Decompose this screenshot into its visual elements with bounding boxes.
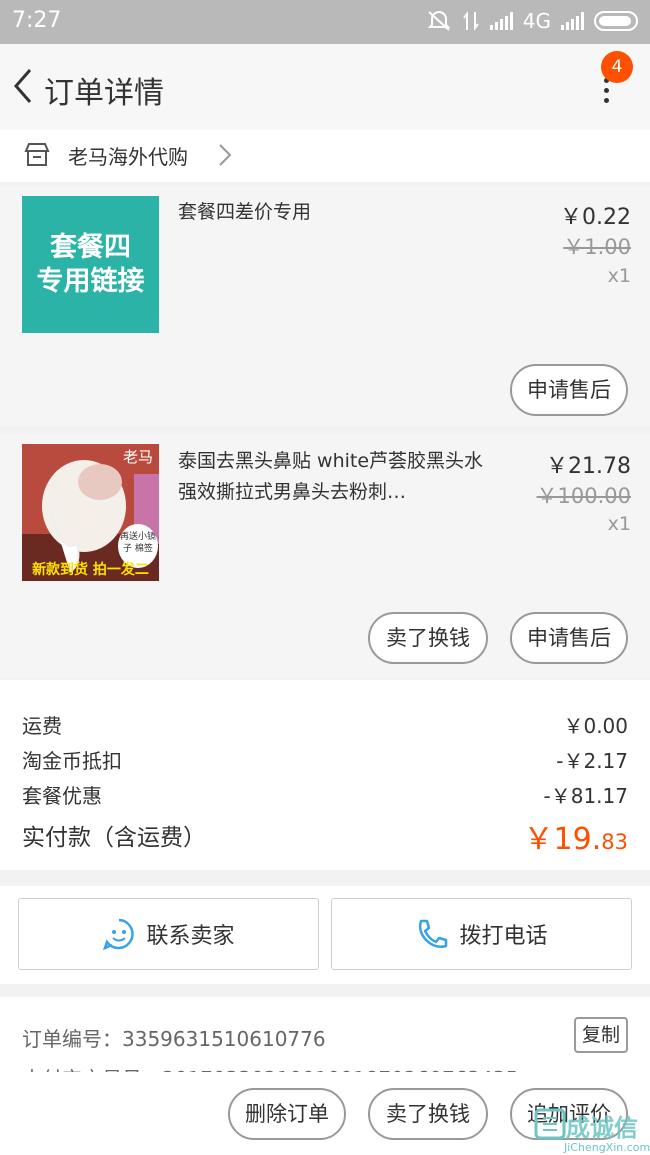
product-quantity: x1 bbox=[607, 513, 631, 535]
product-title: 泰国去黑头鼻贴 white芦荟胶黑头水强效撕拉式男鼻头去粉刺… bbox=[178, 450, 484, 503]
total-value-cents: 83 bbox=[601, 830, 628, 854]
watermark-text: 成诚信 bbox=[566, 1114, 638, 1142]
status-bar: 7:27 4G bbox=[0, 0, 650, 44]
order-item[interactable]: 套餐四 专用链接 套餐四差价专用 ￥0.22 ￥1.00 x1 申请售后 bbox=[0, 187, 650, 427]
shipping-row: 运费 ￥0.00 bbox=[22, 710, 628, 739]
back-arrow-icon[interactable] bbox=[8, 66, 38, 106]
call-button[interactable]: 拨打电话 bbox=[331, 898, 632, 970]
package-label: 套餐优惠 bbox=[22, 784, 102, 808]
call-label: 拨打电话 bbox=[459, 924, 548, 949]
delete-order-button[interactable]: 删除订单 bbox=[228, 1088, 346, 1140]
contact-seller-label: 联系卖家 bbox=[146, 924, 235, 949]
copy-button[interactable]: 复制 bbox=[574, 1017, 628, 1053]
watermark-url: JiChengXin.com bbox=[564, 1141, 650, 1154]
shop-name: 老马海外代购 bbox=[68, 145, 188, 169]
sell-button[interactable]: 卖了换钱 bbox=[368, 612, 488, 664]
package-value: -￥81.17 bbox=[543, 784, 628, 808]
package-row: 套餐优惠 -￥81.17 bbox=[22, 780, 628, 809]
product-title: 套餐四差价专用 bbox=[178, 201, 312, 223]
thumb-corner-text: 老马 bbox=[122, 448, 153, 466]
network-type: 4G bbox=[522, 9, 551, 33]
shipping-value: ￥0.00 bbox=[563, 714, 628, 738]
product-price: ￥21.78 bbox=[546, 454, 631, 479]
coin-row: 淘金币抵扣 -￥2.17 bbox=[22, 745, 628, 774]
shop-icon bbox=[24, 143, 50, 166]
data-transfer-icon bbox=[462, 11, 479, 31]
coin-value: -￥2.17 bbox=[556, 749, 628, 773]
phone-icon bbox=[419, 919, 448, 948]
signal-icon bbox=[489, 12, 513, 30]
thumb-text-line2: 专用链接 bbox=[36, 265, 145, 297]
original-price: ￥1.00 bbox=[563, 235, 631, 259]
page-title: 订单详情 bbox=[44, 76, 164, 111]
after-sale-button[interactable]: 申请售后 bbox=[510, 612, 628, 664]
nav-bar: 订单详情 4 bbox=[0, 44, 650, 130]
notification-badge: 4 bbox=[601, 51, 633, 83]
coin-label: 淘金币抵扣 bbox=[22, 749, 122, 773]
battery-icon bbox=[594, 11, 638, 31]
contact-section: 联系卖家 拨打电话 bbox=[0, 886, 650, 984]
shipping-label: 运费 bbox=[22, 714, 62, 738]
product-quantity: x1 bbox=[607, 265, 631, 287]
thumb-caption: 新款到货 拍一发二 bbox=[32, 562, 149, 578]
original-price: ￥100.00 bbox=[536, 484, 631, 508]
shop-row[interactable]: 老马海外代购 bbox=[0, 130, 650, 182]
total-value: ￥19.83 bbox=[524, 814, 628, 858]
signal-icon-2 bbox=[561, 12, 584, 30]
product-thumbnail[interactable]: 老马 再送小镜子 棉签 新款到货 拍一发二 bbox=[22, 444, 159, 581]
status-icons: 4G bbox=[426, 9, 638, 33]
product-thumbnail[interactable]: 套餐四 专用链接 bbox=[22, 196, 159, 333]
contact-seller-button[interactable]: 联系卖家 bbox=[18, 898, 319, 970]
total-value-main: ￥19. bbox=[523, 822, 602, 857]
mute-icon bbox=[427, 11, 451, 31]
order-number: 订单编号：3359631510610776 bbox=[22, 1027, 326, 1051]
status-time: 7:27 bbox=[12, 8, 62, 33]
sell-button[interactable]: 卖了换钱 bbox=[368, 1088, 488, 1140]
chevron-right-icon bbox=[219, 144, 232, 166]
chat-smile-icon bbox=[103, 918, 135, 951]
total-label: 实付款（含运费） bbox=[22, 825, 206, 851]
payment-summary: 运费 ￥0.00 淘金币抵扣 -￥2.17 套餐优惠 -￥81.17 实付款（含… bbox=[0, 680, 650, 870]
more-menu-icon[interactable] bbox=[596, 78, 616, 110]
product-price: ￥0.22 bbox=[560, 205, 631, 230]
thumb-text-line1: 套餐四 bbox=[50, 231, 131, 263]
order-item[interactable]: 老马 再送小镜子 棉签 新款到货 拍一发二 泰国去黑头鼻贴 white芦荟胶黑头… bbox=[0, 434, 650, 678]
after-sale-button[interactable]: 申请售后 bbox=[510, 364, 628, 416]
